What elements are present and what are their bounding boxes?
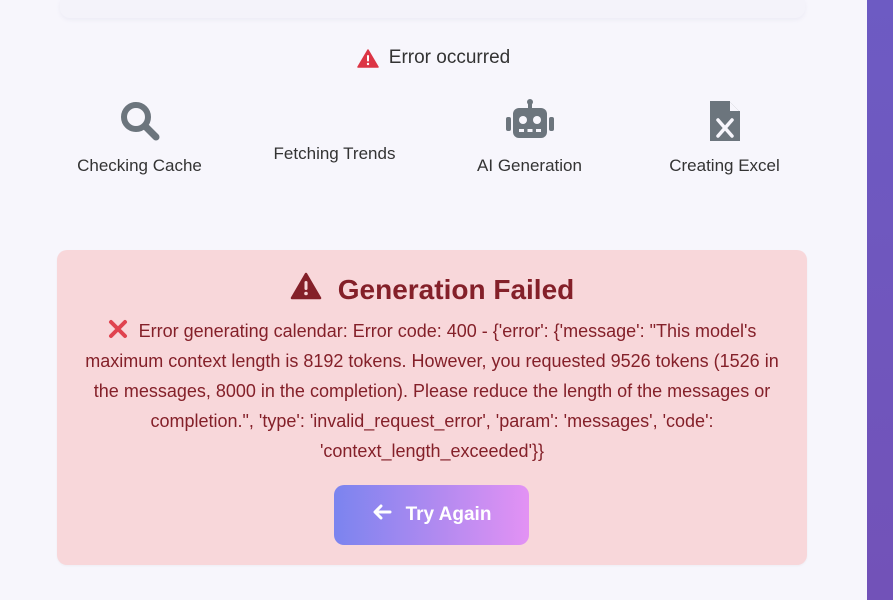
arrow-left-icon: [372, 503, 392, 527]
warning-triangle-icon: [290, 272, 322, 307]
error-title-text: Generation Failed: [337, 273, 575, 305]
step-ai-generation: AI Generation: [432, 95, 627, 185]
try-again-button[interactable]: Try Again: [334, 485, 529, 545]
try-again-label: Try Again: [405, 504, 492, 525]
progress-steps: Checking Cache Fetching Trends AI Genera…: [42, 95, 822, 185]
search-icon: [42, 99, 237, 143]
step-label: Checking Cache: [77, 156, 202, 175]
step-label: Fetching Trends: [273, 144, 396, 163]
error-title: Generation Failed: [57, 272, 807, 307]
status-text: Error occurred: [388, 47, 511, 68]
step-label: AI Generation: [477, 156, 582, 175]
error-message: Error generating calendar: Error code: 4…: [75, 316, 789, 466]
x-mark-icon: [108, 320, 133, 341]
warning-triangle-icon: [357, 48, 379, 68]
robot-icon: [432, 99, 627, 143]
right-sidebar-edge: [867, 0, 893, 600]
top-panel-edge: [60, 0, 805, 18]
step-fetching-trends: Fetching Trends: [237, 95, 432, 185]
error-message-text: Error generating calendar: Error code: 4…: [85, 321, 779, 461]
excel-file-icon: [627, 99, 822, 143]
step-label: Creating Excel: [669, 156, 780, 175]
step-creating-excel: Creating Excel: [627, 95, 822, 185]
status-indicator: Error occurred: [0, 44, 867, 72]
step-checking-cache: Checking Cache: [42, 95, 237, 185]
error-card: Generation Failed Error generating calen…: [57, 250, 807, 565]
